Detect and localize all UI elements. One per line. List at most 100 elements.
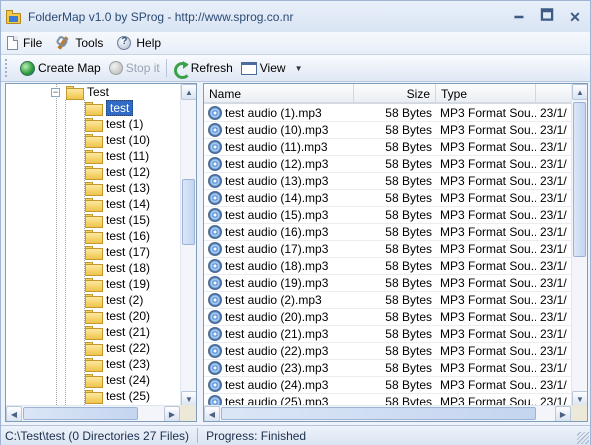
folder-icon bbox=[85, 150, 103, 164]
tree-node[interactable]: test (18) bbox=[85, 260, 150, 276]
list-item[interactable]: test audio (13).mp3 58 Bytes MP3 Format So… bbox=[204, 173, 571, 190]
audio-file-icon bbox=[208, 140, 222, 155]
resize-grip[interactable] bbox=[577, 432, 589, 444]
list-vertical-scrollbar[interactable]: ▲ ▼ bbox=[571, 84, 587, 407]
list-item[interactable]: test audio (14).mp3 58 Bytes MP3 Format So… bbox=[204, 190, 571, 207]
list-item[interactable]: test audio (2).mp3 58 Bytes MP3 Format Sou… bbox=[204, 292, 571, 309]
tree-node[interactable]: test (24) bbox=[85, 372, 150, 388]
folder-icon bbox=[85, 278, 103, 292]
tree-node[interactable]: test (17) bbox=[85, 244, 150, 260]
tree-node-root[interactable]: Test bbox=[66, 84, 109, 100]
cell-size-text: 58 Bytes bbox=[385, 378, 432, 392]
tree-horizontal-scrollbar[interactable]: ◀ ▶ bbox=[6, 405, 180, 421]
cell-name: test audio (2).mp3 bbox=[204, 293, 354, 308]
scroll-right-button[interactable]: ▶ bbox=[164, 406, 180, 421]
list-item[interactable]: test audio (1).mp3 58 Bytes MP3 Format Sou… bbox=[204, 105, 571, 122]
cell-name: test audio (22).mp3 bbox=[204, 344, 354, 359]
list-item[interactable]: test audio (10).mp3 58 Bytes MP3 Format So… bbox=[204, 122, 571, 139]
folder-icon bbox=[85, 230, 103, 244]
tree-node[interactable]: test (12) bbox=[85, 164, 150, 180]
cell-size: 58 Bytes bbox=[354, 242, 436, 256]
scroll-up-button[interactable]: ▲ bbox=[572, 84, 587, 100]
list-item[interactable]: test audio (15).mp3 58 Bytes MP3 Format So… bbox=[204, 207, 571, 224]
cell-size: 58 Bytes bbox=[354, 123, 436, 137]
list-item[interactable]: test audio (19).mp3 58 Bytes MP3 Format So… bbox=[204, 275, 571, 292]
create-map-button[interactable]: Create Map bbox=[16, 57, 105, 79]
tree-node[interactable]: test (23) bbox=[85, 356, 150, 372]
cell-size: 58 Bytes bbox=[354, 310, 436, 324]
chevron-down-icon[interactable]: ▼ bbox=[295, 64, 303, 73]
scroll-thumb[interactable] bbox=[221, 407, 536, 420]
tree-node[interactable]: test (14) bbox=[85, 196, 150, 212]
column-header-date[interactable] bbox=[536, 84, 576, 104]
cell-size-text: 58 Bytes bbox=[385, 208, 432, 222]
cell-date: 23/1/ bbox=[536, 123, 571, 137]
stop-icon bbox=[108, 61, 123, 75]
tree-node[interactable]: test (13) bbox=[85, 180, 150, 196]
title-bar[interactable]: FolderMap v1.0 by SProg - http://www.spr… bbox=[1, 1, 590, 32]
cell-type: MP3 Format Sou... bbox=[436, 174, 536, 188]
audio-file-icon bbox=[208, 225, 222, 240]
tree-node[interactable]: test (2) bbox=[85, 292, 143, 308]
list-header: Name Size Type bbox=[204, 84, 576, 104]
audio-file-icon bbox=[208, 106, 222, 121]
list-item[interactable]: test audio (18).mp3 58 Bytes MP3 Format So… bbox=[204, 258, 571, 275]
list-item[interactable]: test audio (22).mp3 58 Bytes MP3 Format So… bbox=[204, 343, 571, 360]
list-item[interactable]: test audio (16).mp3 58 Bytes MP3 Format So… bbox=[204, 224, 571, 241]
cell-name-text: test audio (14).mp3 bbox=[225, 190, 329, 205]
list-item[interactable]: test audio (23).mp3 58 Bytes MP3 Format So… bbox=[204, 360, 571, 377]
scroll-right-button[interactable]: ▶ bbox=[555, 406, 571, 421]
tree-node[interactable]: test bbox=[85, 100, 134, 116]
list-item[interactable]: test audio (17).mp3 58 Bytes MP3 Format So… bbox=[204, 241, 571, 258]
menu-help[interactable]: Help bbox=[117, 36, 161, 50]
scroll-left-button[interactable]: ◀ bbox=[6, 406, 22, 421]
scroll-up-button[interactable]: ▲ bbox=[181, 84, 196, 100]
cell-size-text: 58 Bytes bbox=[385, 242, 432, 256]
tree-node[interactable]: test (22) bbox=[85, 340, 150, 356]
refresh-button[interactable]: Refresh bbox=[169, 57, 237, 79]
scroll-thumb[interactable] bbox=[573, 102, 586, 257]
toolbar-grip[interactable] bbox=[5, 59, 8, 77]
scroll-thumb[interactable] bbox=[23, 407, 138, 420]
audio-file-icon bbox=[208, 378, 222, 393]
list-item[interactable]: test audio (11).mp3 58 Bytes MP3 Format So… bbox=[204, 139, 571, 156]
tree-node[interactable]: test (16) bbox=[85, 228, 150, 244]
cell-type-text: MP3 Format Sou... bbox=[440, 327, 536, 341]
list-item[interactable]: test audio (20).mp3 58 Bytes MP3 Format So… bbox=[204, 309, 571, 326]
scroll-left-button[interactable]: ◀ bbox=[204, 406, 220, 421]
tree-node[interactable]: test (11) bbox=[85, 148, 149, 164]
folder-tree[interactable]: − Test test test (1) test (10) test (11) tes… bbox=[5, 83, 197, 422]
list-item[interactable]: test audio (12).mp3 58 Bytes MP3 Format So… bbox=[204, 156, 571, 173]
tree-node[interactable]: test (1) bbox=[85, 116, 143, 132]
list-item[interactable]: test audio (21).mp3 58 Bytes MP3 Format So… bbox=[204, 326, 571, 343]
window-title: FolderMap v1.0 by SProg - http://www.spr… bbox=[28, 9, 294, 24]
stop-button[interactable]: Stop it bbox=[105, 57, 164, 79]
tree-node[interactable]: test (10) bbox=[85, 132, 150, 148]
cell-type-text: MP3 Format Sou... bbox=[440, 293, 536, 307]
menu-file[interactable]: File bbox=[7, 36, 42, 50]
tree-node[interactable]: test (25) bbox=[85, 388, 150, 404]
column-header-type[interactable]: Type bbox=[436, 84, 536, 104]
menu-tools[interactable]: Tools bbox=[56, 36, 103, 50]
tree-node[interactable]: test (19) bbox=[85, 276, 150, 292]
minimize-button[interactable]: 🗕 bbox=[508, 7, 530, 27]
scroll-thumb[interactable] bbox=[182, 179, 195, 245]
tree-node[interactable]: test (20) bbox=[85, 308, 150, 324]
column-header-name[interactable]: Name bbox=[204, 84, 354, 104]
cell-date-text: 23/1/ bbox=[540, 276, 567, 290]
tree-node[interactable]: test (15) bbox=[85, 212, 150, 228]
folder-icon bbox=[85, 358, 103, 372]
cell-type: MP3 Format Sou... bbox=[436, 208, 536, 222]
tree-node[interactable]: test (21) bbox=[85, 324, 150, 340]
list-item[interactable]: test audio (24).mp3 58 Bytes MP3 Format So… bbox=[204, 377, 571, 394]
view-button[interactable]: View ▼ bbox=[237, 57, 307, 79]
tree-vertical-scrollbar[interactable]: ▲ ▼ bbox=[180, 84, 196, 407]
maximize-button[interactable]: 🗖 bbox=[536, 7, 558, 27]
close-button[interactable]: ✕ bbox=[564, 7, 586, 27]
cell-name: test audio (15).mp3 bbox=[204, 208, 354, 223]
column-header-size[interactable]: Size bbox=[354, 84, 436, 104]
file-list[interactable]: Name Size Type test audio (1).mp3 58 Byte… bbox=[203, 83, 588, 422]
cell-name: test audio (1).mp3 bbox=[204, 106, 354, 121]
list-horizontal-scrollbar[interactable]: ◀ ▶ bbox=[204, 405, 571, 421]
collapse-icon[interactable]: − bbox=[51, 88, 60, 97]
